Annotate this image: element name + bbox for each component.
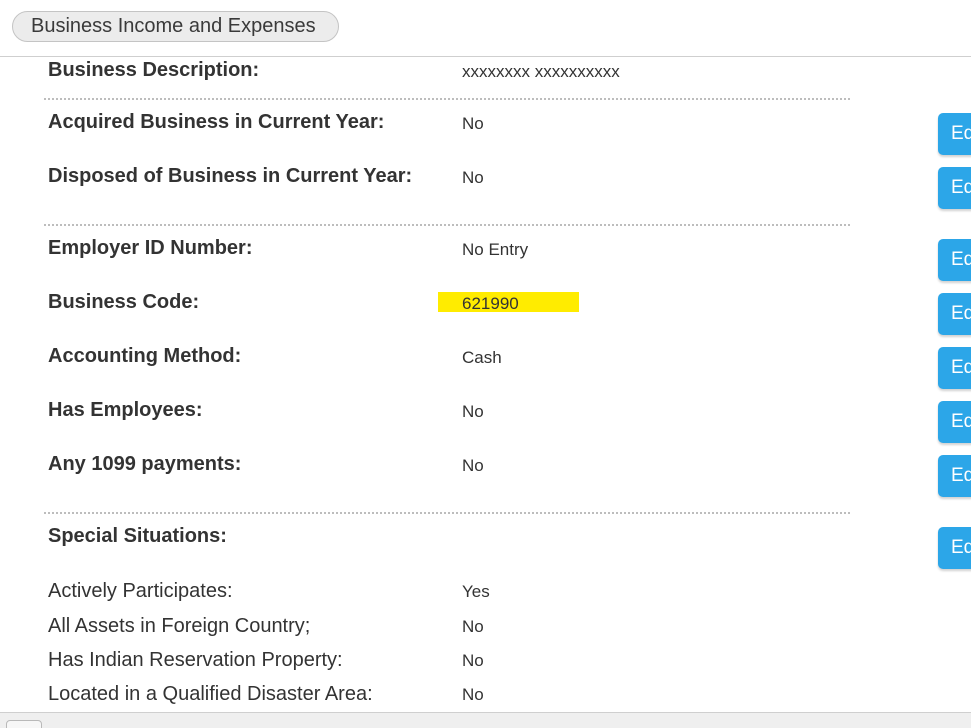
edit-has-employees-button[interactable]: Ed [938,401,971,443]
acquired-business-value: No [462,114,484,133]
divider [44,512,850,514]
has-employees-label: Has Employees: [48,399,203,421]
header-bar: Business Income and Expenses [0,0,971,57]
disaster-area-label: Located in a Qualified Disaster Area: [48,683,373,705]
special-situations-label: Special Situations: [48,525,227,547]
disposed-business-value: No [462,168,484,187]
bottom-tab[interactable] [6,720,42,728]
business-description-label: Business Description: [48,59,260,81]
business-description-value: xxxxxxxx xxxxxxxxxx [462,62,620,81]
indian-reservation-value: No [462,651,484,670]
edit-acquired-button[interactable]: Ed [938,113,971,155]
edit-any-1099-button[interactable]: Ed [938,455,971,497]
actively-participates-label: Actively Participates: [48,580,233,602]
edit-business-code-button[interactable]: Ed [938,293,971,335]
foreign-assets-value: No [462,617,484,636]
actively-participates-value: Yes [462,582,490,601]
indian-reservation-label: Has Indian Reservation Property: [48,649,343,671]
employer-id-value: No Entry [462,240,529,259]
business-code-label: Business Code: [48,291,200,313]
divider [44,224,850,226]
edit-special-situations-button[interactable]: Ed [938,527,971,569]
foreign-assets-label: All Assets in Foreign Country; [48,615,311,637]
any-1099-value: No [462,456,484,475]
any-1099-label: Any 1099 payments: [48,453,242,475]
employer-id-label: Employer ID Number: [48,237,253,259]
accounting-method-value: Cash [462,348,502,367]
bottom-bar [0,712,971,728]
page: Business Income and Expenses Business De… [0,0,971,728]
section-title-tab[interactable]: Business Income and Expenses [12,11,339,42]
disaster-area-value: No [462,685,484,704]
accounting-method-label: Accounting Method: [48,345,242,367]
divider [44,98,850,100]
edit-disposed-button[interactable]: Ed [938,167,971,209]
has-employees-value: No [462,402,484,421]
disposed-business-label: Disposed of Business in Current Year: [48,165,413,187]
acquired-business-label: Acquired Business in Current Year: [48,111,385,133]
business-code-value: 621990 [462,294,519,313]
edit-employer-id-button[interactable]: Ed [938,239,971,281]
edit-accounting-method-button[interactable]: Ed [938,347,971,389]
